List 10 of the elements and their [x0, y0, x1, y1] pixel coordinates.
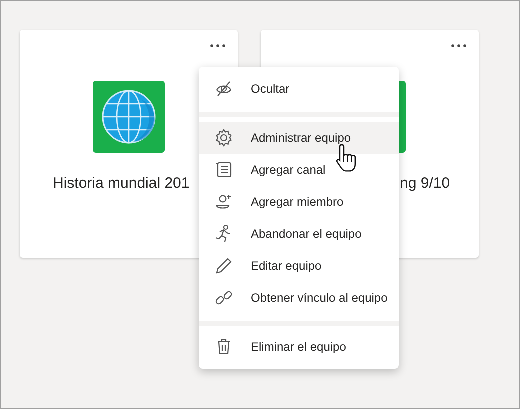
menu-item[interactable]: Ocultar [199, 73, 399, 105]
menu-item[interactable]: Editar equipo [199, 250, 399, 282]
menu-item[interactable]: Agregar miembro [199, 186, 399, 218]
team-name: ng 9/10 [400, 175, 450, 192]
menu-item[interactable]: Agregar canal [199, 154, 399, 186]
menu-item[interactable]: Eliminar el equipo [199, 331, 399, 363]
team-name: Historia mundial 201 [53, 175, 190, 192]
menu-item[interactable]: Administrar equipo [199, 122, 399, 154]
menu-item[interactable]: Obtener vínculo al equipo [199, 282, 399, 314]
menu-item[interactable]: Abandonar el equipo [199, 218, 399, 250]
